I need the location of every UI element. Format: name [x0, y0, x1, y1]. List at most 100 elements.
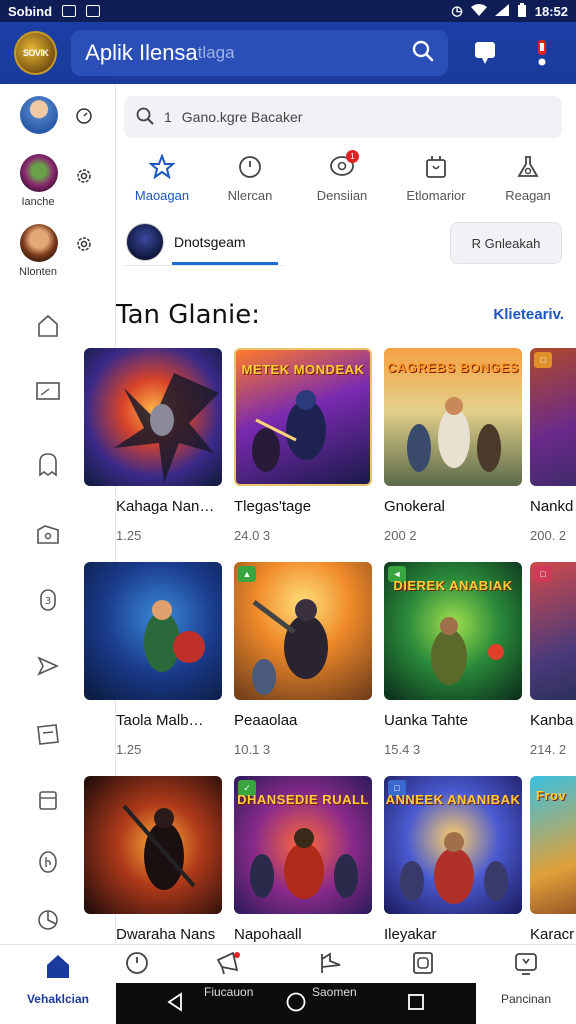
tab-label: Reagan — [505, 188, 551, 203]
account-label-3: Nlonten — [19, 266, 57, 278]
nav-pancinan[interactable]: Pancinan — [476, 945, 576, 1024]
game-card[interactable]: ◄ DIEREK ANABIAK Uanka Tahte 15.4 3 — [384, 562, 522, 772]
active-underline — [172, 262, 278, 265]
nav-clock[interactable] — [92, 945, 182, 985]
tab-maoagan[interactable]: Maoagan — [116, 152, 208, 212]
signal-icon — [494, 3, 509, 19]
divider — [124, 265, 284, 266]
bottom-nav: Vehaklcian Fiucauon Saomen Pancinan — [0, 944, 576, 1024]
filter-chip[interactable]: Dnotsgeam — [126, 222, 286, 262]
game-card[interactable]: □ Nankd 200. 2 — [530, 348, 576, 558]
game-thumbnail: Frov — [530, 776, 576, 914]
game-thumbnail: ▲ — [234, 562, 372, 700]
tab-etlomarior[interactable]: Etlomarior — [390, 152, 482, 212]
screen-icon[interactable] — [34, 378, 62, 406]
tab-densiian[interactable]: 1 Densiian — [296, 150, 388, 212]
pie-icon[interactable] — [34, 906, 62, 934]
alarm-icon: ◷ — [451, 3, 463, 18]
main-content: 1 Gano.kgre Bacaker Maoagan Nlercan 1 De… — [84, 84, 576, 944]
badge-icon[interactable] — [34, 848, 62, 876]
status-left-text: Sobind — [8, 3, 53, 19]
tab-label: Nlercan — [227, 188, 273, 203]
filter-avatar — [126, 223, 164, 261]
tablet-icon — [411, 951, 435, 980]
tab-label: Etlomarior — [406, 188, 466, 203]
box-icon[interactable] — [34, 720, 62, 748]
battery-icon — [517, 2, 527, 20]
game-badge: □ — [534, 352, 552, 368]
tab-label: Maoagan — [134, 188, 190, 203]
game-name: Ileyakar — [384, 926, 437, 943]
account-avatar-2[interactable] — [20, 154, 58, 192]
nav-flag[interactable] — [286, 945, 376, 985]
game-card[interactable]: □ Kanba 214. 2 — [530, 562, 576, 772]
nav-label-fiucauon: Fiucauon — [204, 985, 254, 999]
app-title-bar[interactable]: Aplik Ilensa tlaga — [71, 30, 448, 76]
app-logo[interactable]: SOVIK — [14, 31, 58, 75]
clock-icon — [235, 152, 265, 182]
tab-nlercan[interactable]: Nlercan — [204, 152, 296, 212]
app-bar: SOVIK Aplik Ilensa tlaga — [0, 22, 576, 84]
game-art-title: Frov — [536, 788, 567, 803]
game-name: Uanka Tahte — [384, 712, 468, 729]
account-label-2: Ianche — [21, 196, 55, 208]
flag-icon — [318, 951, 344, 980]
coin-icon[interactable]: 3 — [34, 586, 62, 614]
game-name: Tlegas'tage — [234, 498, 312, 515]
game-card[interactable]: METEK MONDEAK Tlegas'tage 24.0 3 — [234, 348, 372, 558]
app-title-suffix: tlaga — [197, 43, 235, 62]
notification-badge: 1 — [346, 150, 359, 163]
flask-icon — [513, 152, 543, 182]
home-circle-icon[interactable] — [285, 991, 307, 1018]
game-thumbnail: ✓ DHANSEDIE RUALL — [234, 776, 372, 914]
search-icon[interactable] — [412, 40, 434, 67]
archive-icon[interactable] — [34, 786, 62, 814]
game-name: Nankd — [530, 498, 574, 515]
search-input[interactable]: 1 Gano.kgre Bacaker — [124, 96, 562, 138]
game-thumbnail: CAGREBS BONGES — [384, 348, 522, 486]
category-tabs: Maoagan Nlercan 1 Densiian Etlomarior Re… — [116, 150, 576, 212]
game-meta: 10.1 3 — [234, 742, 271, 757]
game-card[interactable]: CAGREBS BONGES Gnokeral 200 2 — [384, 348, 522, 558]
settings-icon[interactable] — [74, 234, 94, 254]
search-placeholder: Gano.kgre Bacaker — [181, 109, 303, 125]
game-thumbnail: □ — [530, 348, 576, 486]
timer-icon[interactable] — [74, 106, 94, 126]
svg-text:3: 3 — [45, 596, 51, 607]
home-outline-icon[interactable] — [34, 312, 62, 340]
game-card[interactable]: ▲ Peaaolaa 10.1 3 — [234, 562, 372, 772]
search-prefix: 1 — [164, 109, 172, 125]
game-meta: 1.25 — [116, 528, 142, 543]
account-avatar-3[interactable] — [20, 224, 58, 262]
search-icon — [136, 107, 154, 128]
game-thumbnail: □ — [530, 562, 576, 700]
tv-icon — [513, 951, 539, 982]
sort-button[interactable]: R Gnleakah — [450, 222, 562, 264]
tab-label: Densiian — [316, 188, 368, 203]
status-time: 18:52 — [534, 3, 568, 19]
home-icon — [45, 953, 71, 984]
gallery-notification-icon — [86, 5, 101, 17]
send-icon[interactable] — [34, 652, 62, 680]
game-meta: 15.4 3 — [384, 742, 421, 757]
section-title: Tan Glanie: — [116, 300, 261, 330]
nav-tablet[interactable] — [378, 945, 468, 985]
back-icon[interactable] — [166, 991, 186, 1017]
app-title: Aplik Ilensa — [85, 40, 198, 65]
tab-reagan[interactable]: Reagan — [482, 152, 574, 212]
settings-icon[interactable] — [74, 166, 94, 186]
game-meta: 214. 2 — [530, 742, 567, 757]
megaphone-icon — [215, 950, 243, 981]
see-all-link[interactable]: Klieteariv. — [493, 306, 564, 323]
game-thumbnail — [84, 562, 222, 700]
game-name: Napohaall — [234, 926, 302, 943]
folder-icon[interactable] — [34, 520, 62, 548]
game-thumbnail: METEK MONDEAK — [234, 348, 372, 486]
nav-announcements[interactable] — [184, 945, 274, 985]
alert-icon[interactable] — [523, 33, 562, 73]
ghost-icon[interactable] — [34, 450, 62, 478]
chat-bubble-icon[interactable] — [466, 33, 505, 73]
recents-icon[interactable] — [406, 992, 426, 1017]
app-screen: Sobind ◷ 18:52 SOVIK Aplik Ilensa tlaga — [0, 0, 576, 1024]
account-avatar-1[interactable] — [20, 96, 58, 134]
